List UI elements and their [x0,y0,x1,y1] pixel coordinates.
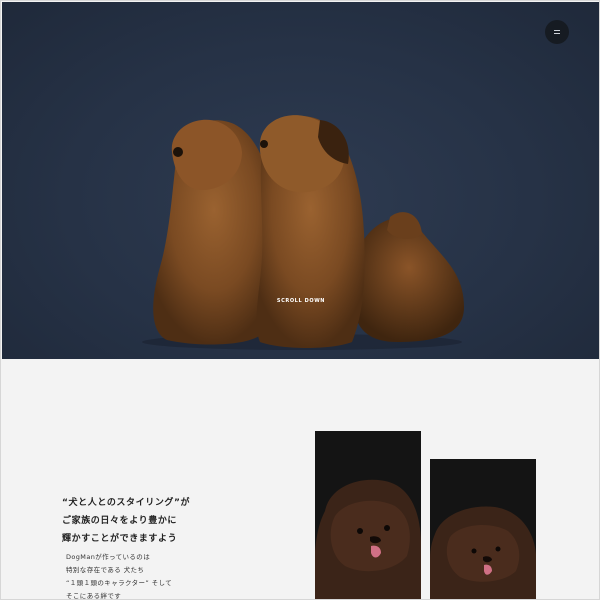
intro-section: “犬と人とのスタイリング”が ご家族の日々をより豊かに 輝かすことができますよう… [2,359,599,600]
dog-photo-2 [430,459,536,599]
dog-photo-1-image [315,479,421,599]
headline-line: “犬と人とのスタイリング”が [62,498,191,508]
dog-photo-1 [315,431,421,599]
dogs-hero-photo [142,115,464,350]
intro-headline: “犬と人とのスタイリング”が ご家族の日々をより豊かに 輝かすことができますよう [62,494,262,548]
intro-body: DogManが作っているのは 特別な存在である 犬たち “１頭１頭のキャラクター… [66,551,266,600]
headline-line: 輝かすことができますよう [62,534,178,544]
page-frame: SCROLL DOWN “犬と人とのスタイリング”が ご家族の日々をより豊かに … [0,0,600,600]
menu-button[interactable] [545,20,569,44]
scroll-down-link[interactable]: SCROLL DOWN [2,298,599,304]
body-line: DogManが作っているのは [66,553,151,561]
body-line: そこにある絆です [66,592,122,600]
hamburger-icon [554,30,560,34]
body-line: 特別な存在である 犬たち [66,566,145,574]
headline-line: ご家族の日々をより豊かに [62,516,178,526]
dog-photo-2-image [430,506,536,599]
body-line: “１頭１頭のキャラクター” そして [66,579,173,587]
hero-section: SCROLL DOWN [2,2,599,359]
